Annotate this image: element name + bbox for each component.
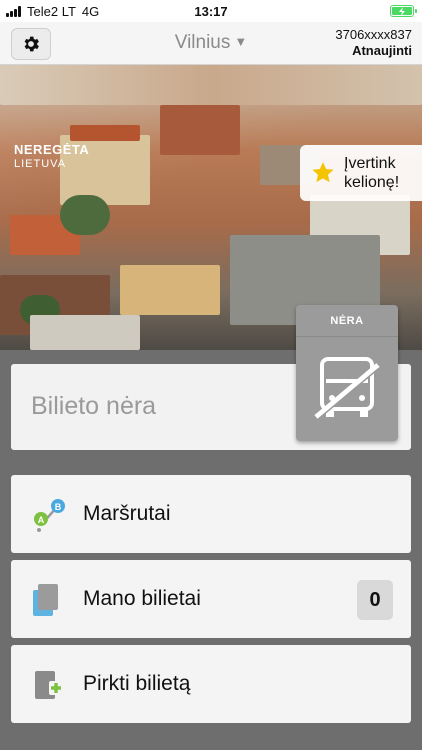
rate-trip-label: Įvertink kelionę! bbox=[344, 154, 399, 192]
settings-button[interactable] bbox=[11, 28, 51, 60]
logo-line-2: LIETUVA bbox=[14, 158, 67, 170]
account-info: 3706xxxx837 Atnaujinti bbox=[335, 27, 412, 59]
city-selector[interactable]: Vilnius ▼ bbox=[150, 32, 272, 54]
gear-icon bbox=[24, 36, 39, 52]
rate-line-2: kelionę! bbox=[344, 174, 400, 191]
brand-logo: NEREGĖTA LIETUVA bbox=[14, 143, 89, 171]
app-header: Vilnius ▼ 3706xxxx837 Atnaujinti bbox=[0, 22, 422, 65]
menu-buy-ticket-label: Pirkti bilietą bbox=[83, 672, 191, 695]
menu-buy-ticket[interactable]: Pirkti bilietą bbox=[11, 645, 411, 723]
star-icon bbox=[312, 162, 334, 183]
buy-ticket-icon bbox=[35, 671, 63, 699]
svg-text:B: B bbox=[55, 502, 62, 512]
tickets-count-badge: 0 bbox=[357, 580, 393, 620]
ticket-status-badge[interactable]: NĖRA bbox=[296, 305, 398, 441]
status-bar: Tele2 LT 4G 13:17 bbox=[0, 0, 422, 22]
refresh-button[interactable]: Atnaujinti bbox=[335, 43, 412, 59]
caret-down-icon: ▼ bbox=[234, 34, 248, 49]
badge-label: NĖRA bbox=[296, 305, 398, 337]
menu-my-tickets-label: Mano bilietai bbox=[83, 587, 201, 610]
rate-line-1: Įvertink bbox=[344, 155, 396, 172]
clock: 13:17 bbox=[194, 4, 228, 19]
phone-number: 3706xxxx837 bbox=[335, 27, 412, 42]
battery-icon bbox=[390, 5, 417, 17]
logo-line-1: NEREGĖTA bbox=[14, 142, 90, 157]
menu-routes-label: Maršrutai bbox=[83, 502, 171, 525]
svg-text:A: A bbox=[38, 515, 45, 525]
city-name: Vilnius bbox=[174, 32, 231, 53]
tickets-icon bbox=[33, 584, 58, 616]
menu-routes[interactable]: A B Maršrutai bbox=[11, 475, 411, 553]
bus-crossed-icon bbox=[314, 357, 380, 421]
rate-trip-button[interactable]: Įvertink kelionę! bbox=[300, 145, 422, 201]
ticket-status-label: Bilieto nėra bbox=[31, 392, 157, 420]
menu-my-tickets[interactable]: Mano bilietai 0 bbox=[11, 560, 411, 638]
route-ab-icon: A B bbox=[34, 499, 65, 532]
